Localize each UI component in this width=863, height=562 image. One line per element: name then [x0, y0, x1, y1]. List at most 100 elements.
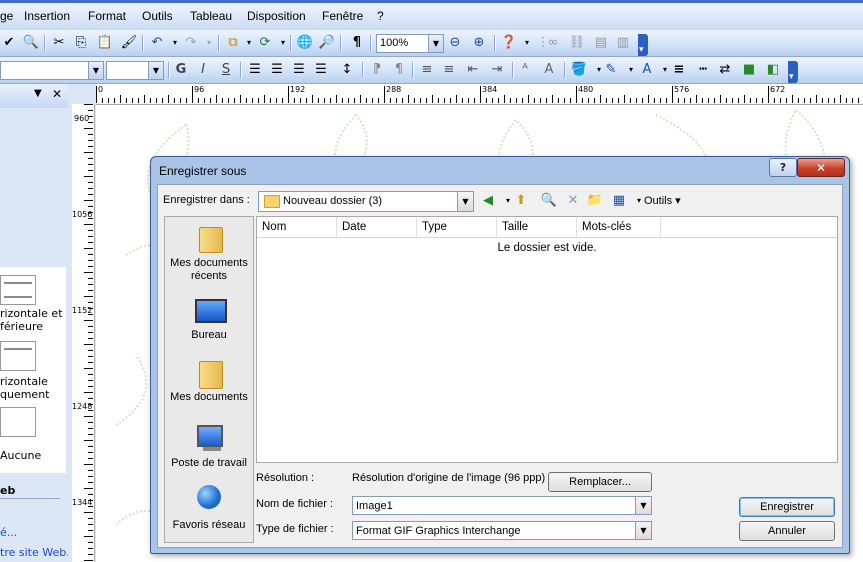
menu-item-format[interactable]: Format — [88, 9, 126, 23]
format-painter-icon[interactable]: 🖌 — [120, 34, 138, 52]
zoom-out-icon[interactable]: ⊖ — [446, 34, 464, 52]
increase-indent-icon[interactable]: ⇥ — [488, 61, 506, 79]
research-icon[interactable]: 🔍 — [22, 34, 40, 52]
lookin-combo[interactable]: Nouveau dossier (3) ▼ — [258, 191, 474, 212]
fill-color-icon[interactable]: 🪣 — [570, 61, 588, 79]
pilcrow-icon[interactable]: ¶ — [348, 34, 366, 52]
arrow-style-icon[interactable]: ⇄ — [716, 61, 734, 79]
align-right-icon[interactable]: ☰ — [290, 61, 308, 79]
redo-dropdown-icon[interactable]: ▾ — [200, 34, 218, 52]
cut-icon[interactable]: ✂ — [50, 34, 68, 52]
column-header-keywords[interactable]: Mots-clés — [577, 217, 661, 237]
line-color-icon[interactable]: ✎ — [602, 61, 620, 79]
bullets-icon[interactable]: ≡ — [440, 61, 458, 79]
font-color-icon[interactable]: A — [638, 61, 656, 79]
chevron-down-icon[interactable]: ▼ — [88, 62, 103, 79]
align-left-icon[interactable]: ☰ — [246, 61, 264, 79]
3d-style-icon[interactable]: ◧ — [764, 61, 782, 79]
cancel-button[interactable]: Annuler — [739, 521, 835, 541]
delete-icon[interactable]: ✕ — [564, 191, 582, 209]
text-box-icon[interactable]: ▤ — [592, 34, 610, 52]
justify-icon[interactable]: ☰ — [312, 61, 330, 79]
place-my-documents[interactable]: Mes documents — [165, 357, 253, 404]
vertical-ruler[interactable]: 960 1056 1152 1248 1344 — [72, 104, 95, 562]
menu-item-outils[interactable]: Outils — [142, 9, 173, 23]
search-web-icon[interactable]: 🔍 — [540, 191, 558, 209]
views-icon[interactable]: ▦ — [610, 191, 628, 209]
rotate-icon[interactable]: ⟳ — [256, 34, 274, 52]
menu-item-tableau[interactable]: Tableau — [190, 9, 232, 23]
menu-item-edit[interactable]: ge — [0, 9, 13, 23]
place-computer[interactable]: Poste de travail — [165, 423, 253, 470]
list-item[interactable]: rizontale et férieure — [0, 307, 63, 333]
spellcheck-icon[interactable]: ✔ — [0, 34, 18, 52]
place-recent-documents[interactable]: Mes documents récents — [165, 223, 253, 283]
font-name-combo[interactable]: ▼ — [0, 61, 104, 80]
line-style-icon[interactable]: ≡ — [670, 61, 688, 79]
chevron-down-icon[interactable]: ▼ — [635, 497, 651, 514]
column-header-size[interactable]: Taille — [497, 217, 577, 237]
paste-icon[interactable]: 📋 — [96, 34, 114, 52]
bold-button[interactable]: G — [172, 61, 190, 79]
task-link-website[interactable]: tre site Web... — [0, 546, 77, 559]
filetype-select[interactable]: Format GIF Graphics Interchange ▼ — [352, 521, 652, 540]
layout-thumbnail[interactable] — [0, 341, 36, 371]
font-size-combo[interactable]: ▼ — [106, 61, 164, 80]
line-spacing-icon[interactable]: ↕ — [338, 61, 356, 79]
text-box-next-icon[interactable]: ▥ — [614, 34, 632, 52]
place-network[interactable]: Favoris réseau — [165, 485, 253, 532]
chevron-down-icon[interactable]: ▼ — [635, 522, 651, 539]
filename-field[interactable]: Image1 — [356, 500, 393, 512]
filename-combo[interactable]: Image1 ▼ — [352, 496, 652, 515]
font-smaller-icon[interactable]: ᴬ — [516, 61, 534, 79]
unlink-icon[interactable]: ⛓ — [568, 34, 586, 52]
file-list[interactable]: Nom Date Type Taille Mots-clés Le dossie… — [256, 216, 838, 463]
column-header-type[interactable]: Type — [417, 217, 497, 237]
save-button[interactable]: Enregistrer — [739, 497, 835, 517]
task-link[interactable]: é... — [0, 526, 17, 539]
align-center-icon[interactable]: ☰ — [268, 61, 286, 79]
dash-style-icon[interactable]: ┅ — [694, 61, 712, 79]
undo-icon[interactable]: ↶ — [148, 34, 166, 52]
dialog-close-button[interactable]: ✕ — [797, 158, 845, 177]
dialog-help-button[interactable]: ? — [769, 158, 797, 177]
toolbar-options-icon[interactable] — [638, 34, 648, 56]
shadow-style-icon[interactable]: ■ — [740, 61, 758, 79]
column-header-name[interactable]: Nom — [257, 217, 337, 237]
decrease-indent-icon[interactable]: ⇤ — [464, 61, 482, 79]
list-item[interactable]: rizontale quement — [0, 375, 50, 401]
menu-item-disposition[interactable]: Disposition — [247, 9, 306, 23]
strike-button[interactable]: S — [217, 61, 235, 79]
back-icon[interactable]: ◀ — [479, 191, 497, 209]
link-icon[interactable]: ∞ — [544, 34, 562, 52]
up-folder-icon[interactable]: ⬆ — [512, 191, 530, 209]
tools-menu-button[interactable]: Outils ▾ — [644, 194, 681, 207]
italic-button[interactable]: I — [194, 61, 212, 79]
menu-item-help[interactable]: ? — [377, 9, 384, 23]
replace-button[interactable]: Remplacer... — [548, 472, 652, 492]
ltr-icon[interactable]: ⁋ — [368, 61, 386, 79]
chevron-down-icon[interactable]: ▼ — [428, 35, 443, 52]
chevron-down-icon[interactable]: ▼ — [457, 192, 473, 211]
toolbar-options-icon[interactable] — [788, 61, 798, 83]
new-folder-icon[interactable]: 📁 — [586, 191, 604, 209]
copy-icon[interactable]: ⎘ — [72, 34, 90, 52]
layout-thumbnail[interactable] — [0, 407, 36, 437]
numbering-icon[interactable]: ≡ — [418, 61, 436, 79]
list-item[interactable]: Aucune — [0, 449, 41, 462]
hyperlink-icon[interactable]: 🌐 — [296, 34, 314, 52]
place-desktop[interactable]: Bureau — [165, 295, 253, 342]
font-larger-icon[interactable]: A — [540, 61, 558, 79]
zoom-page-icon[interactable]: 🔎 — [318, 34, 336, 52]
zoom-combo[interactable]: 100% ▼ — [376, 34, 444, 53]
layout-thumbnail[interactable] — [0, 275, 36, 305]
menu-item-fenetre[interactable]: Fenêtre — [322, 9, 363, 23]
zoom-in-icon[interactable]: ⊕ — [470, 34, 488, 52]
chevron-down-icon[interactable]: ▼ — [148, 62, 163, 79]
horizontal-ruler[interactable]: 0 96 192 288 384 480 576 672 — [96, 84, 863, 105]
help-icon[interactable]: ❓ — [500, 34, 518, 52]
menu-item-insertion[interactable]: Insertion — [24, 9, 70, 23]
close-icon[interactable]: ✕ — [52, 87, 62, 101]
redo-icon[interactable]: ↷ — [182, 34, 200, 52]
column-header-date[interactable]: Date — [337, 217, 417, 237]
